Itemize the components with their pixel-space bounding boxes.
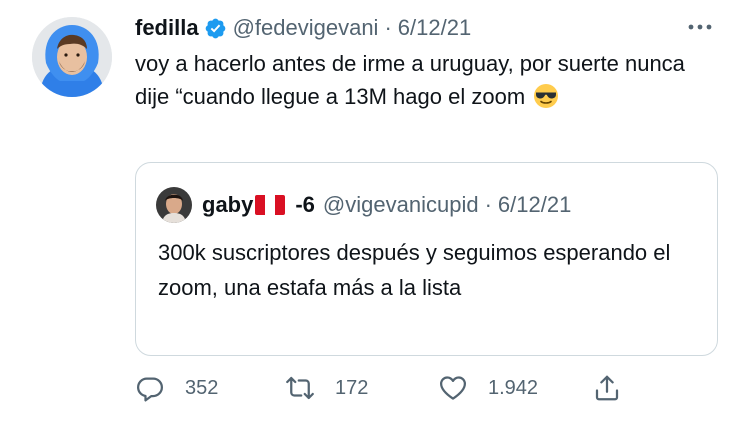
share-button[interactable]	[592, 368, 622, 408]
tweet-text-content: voy a hacerlo antes de irme a uruguay, p…	[135, 51, 685, 109]
more-options-icon[interactable]	[686, 16, 714, 38]
like-button[interactable]: 1.942	[438, 368, 538, 408]
verified-badge-icon	[205, 18, 225, 38]
sunglasses-emoji-icon	[534, 84, 559, 108]
retweet-button[interactable]: 172	[285, 368, 368, 408]
tweet[interactable]: fedilla @fedevigevani · 6/12/21 voy a ha…	[0, 0, 750, 430]
quoted-tweet-header: gaby -6 @vigevanicupid · 6/12/21	[156, 187, 572, 223]
author-avatar[interactable]	[32, 17, 112, 97]
quoted-tweet-date: 6/12/21	[497, 192, 572, 217]
reply-button[interactable]: 352	[135, 368, 218, 408]
reply-count: 352	[185, 376, 219, 399]
peru-flag-icon	[255, 195, 286, 215]
quoted-header-separator: ·	[484, 192, 492, 217]
heart-icon	[440, 376, 466, 400]
quoted-name-suffix: -6	[295, 192, 315, 217]
tweet-actions: 352 172 1.942	[135, 368, 735, 408]
retweet-count: 172	[335, 376, 369, 399]
author-name[interactable]: fedilla	[135, 15, 199, 41]
author-handle[interactable]: @fedevigevani	[233, 15, 379, 41]
share-icon	[595, 375, 619, 401]
quoted-tweet-text: 300k suscriptores después y seguimos esp…	[158, 240, 671, 300]
tweet-date[interactable]: 6/12/21	[398, 15, 471, 41]
quoted-tweet[interactable]: gaby -6 @vigevanicupid · 6/12/21 300k su…	[135, 162, 718, 356]
reply-icon	[137, 377, 163, 402]
quoted-author-avatar	[156, 187, 192, 223]
tweet-header: fedilla @fedevigevani · 6/12/21	[135, 12, 471, 44]
tweet-text: voy a hacerlo antes de irme a uruguay, p…	[135, 47, 725, 113]
retweet-icon	[286, 376, 314, 400]
header-separator: ·	[384, 15, 392, 40]
quoted-author-handle: @vigevanicupid	[322, 192, 479, 217]
quoted-author-name: gaby	[202, 192, 254, 217]
like-count: 1.942	[488, 376, 539, 399]
